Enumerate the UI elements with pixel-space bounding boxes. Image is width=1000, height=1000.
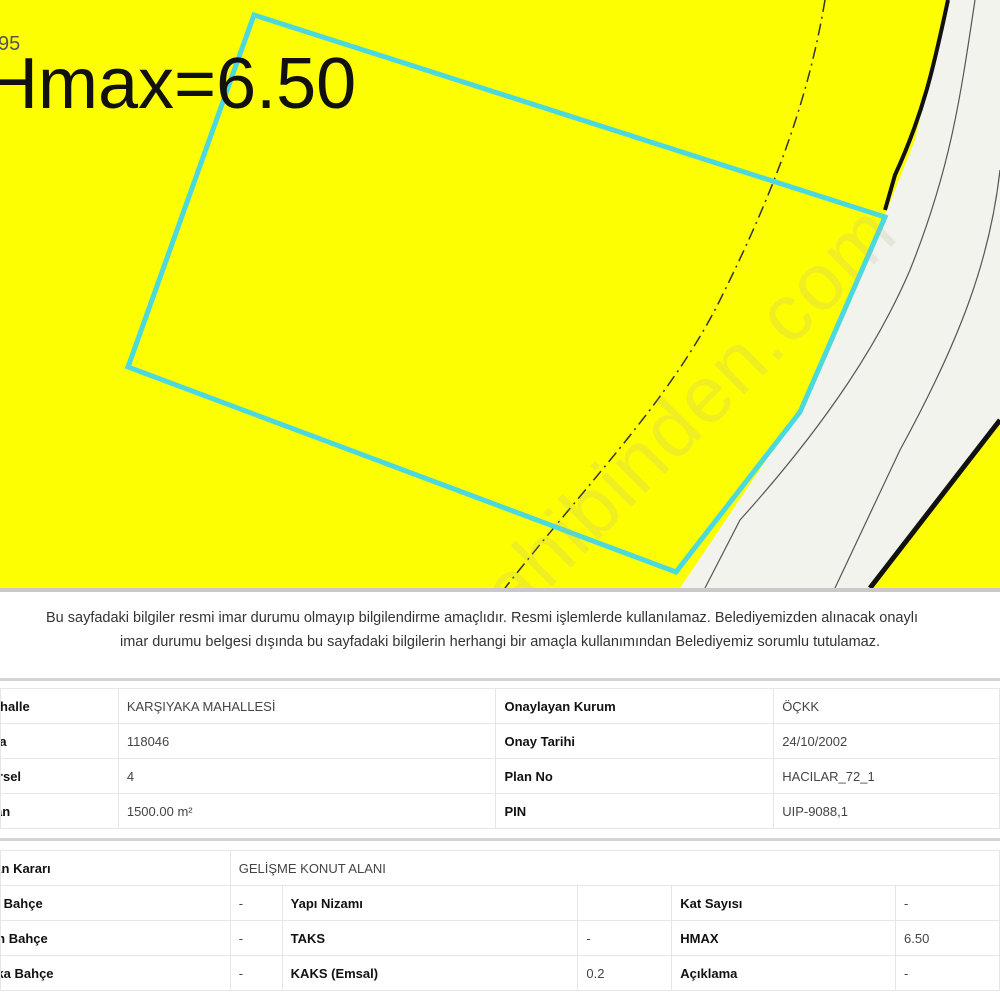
table-row: Plan Kararı GELİŞME KONUT ALANI [0,850,1000,886]
value-mahalle: KARŞIYAKA MAHALLESİ [117,688,497,724]
label-onaylayan-kurum: Onaylayan Kurum [495,688,775,724]
value-on-bahce: - [229,885,283,921]
label-pin: PIN [495,793,775,829]
disclaimer-line-1: Bu sayfadaki bilgiler resmi imar durumu … [46,610,918,626]
value-alan: 1500.00 m² [117,793,497,829]
disclaimer-notice: Bu sayfadaki bilgiler resmi imar durumu … [0,606,1000,654]
table-row: Ön Bahçe - Yapı Nizamı Kat Sayısı - [0,885,1000,921]
label-plan-no: Plan No [495,758,775,794]
disclaimer-line-2: imar durumu belgesi dışında bu sayfadaki… [119,634,881,650]
table-row: Ada 118046 Onay Tarihi 24/10/2002 [0,723,1000,759]
value-hmax: 6.50 [895,920,1000,956]
map-divider [0,588,1000,592]
label-ada: Ada [0,723,119,759]
label-plan-karari: Plan Kararı [0,850,231,886]
value-onay-tarihi: 24/10/2002 [773,723,1000,759]
map-small-label: 95 [0,33,20,55]
value-onaylayan-kurum: ÖÇKK [773,688,1000,724]
label-kaks: KAKS (Emsal) [281,955,579,991]
label-alan: Alan [0,793,119,829]
value-plan-karari: GELİŞME KONUT ALANI [229,850,1000,886]
zoning-map[interactable]: Hmax=6.50 95 sahibinden.com [0,0,1000,588]
value-kat-sayisi: - [895,885,1000,921]
label-yapi-nizami: Yapı Nizamı [281,885,579,921]
label-mahalle: Mahalle [0,688,119,724]
value-parsel: 4 [117,758,497,794]
value-pin: UIP-9088,1 [773,793,1000,829]
value-yan-bahce: - [229,920,283,956]
label-on-bahce: Ön Bahçe [0,885,231,921]
value-yapi-nizami [577,885,673,921]
value-aciklama: - [895,955,1000,991]
table-row: Parsel 4 Plan No HACILAR_72_1 [0,758,1000,794]
label-yan-bahce[interactable]: Yan Bahçe [0,920,231,956]
section-divider [0,678,1000,681]
value-plan-no: HACILAR_72_1 [773,758,1000,794]
value-kaks: 0.2 [577,955,673,991]
parcel-info-table: Mahalle KARŞIYAKA MAHALLESİ Onaylayan Ku… [0,688,1000,829]
table-row: Arka Bahçe - KAKS (Emsal) 0.2 Açıklama - [0,955,1000,991]
label-hmax: HMAX [671,920,897,956]
plan-info-table: Plan Kararı GELİŞME KONUT ALANI Ön Bahçe… [0,850,1000,991]
value-taks: - [577,920,673,956]
label-kat-sayisi: Kat Sayısı [671,885,897,921]
table-row: Mahalle KARŞIYAKA MAHALLESİ Onaylayan Ku… [0,688,1000,724]
table-row: Yan Bahçe - TAKS - HMAX 6.50 [0,920,1000,956]
value-arka-bahce: - [229,955,283,991]
hmax-label: Hmax=6.50 [0,44,356,124]
section-divider-2 [0,838,1000,841]
label-taks: TAKS [281,920,579,956]
label-parsel: Parsel [0,758,119,794]
label-arka-bahce: Arka Bahçe [0,955,231,991]
zoning-map-canvas[interactable]: Hmax=6.50 95 [0,0,1000,588]
label-aciklama: Açıklama [671,955,897,991]
label-onay-tarihi: Onay Tarihi [495,723,775,759]
value-ada: 118046 [117,723,497,759]
table-row: Alan 1500.00 m² PIN UIP-9088,1 [0,793,1000,829]
